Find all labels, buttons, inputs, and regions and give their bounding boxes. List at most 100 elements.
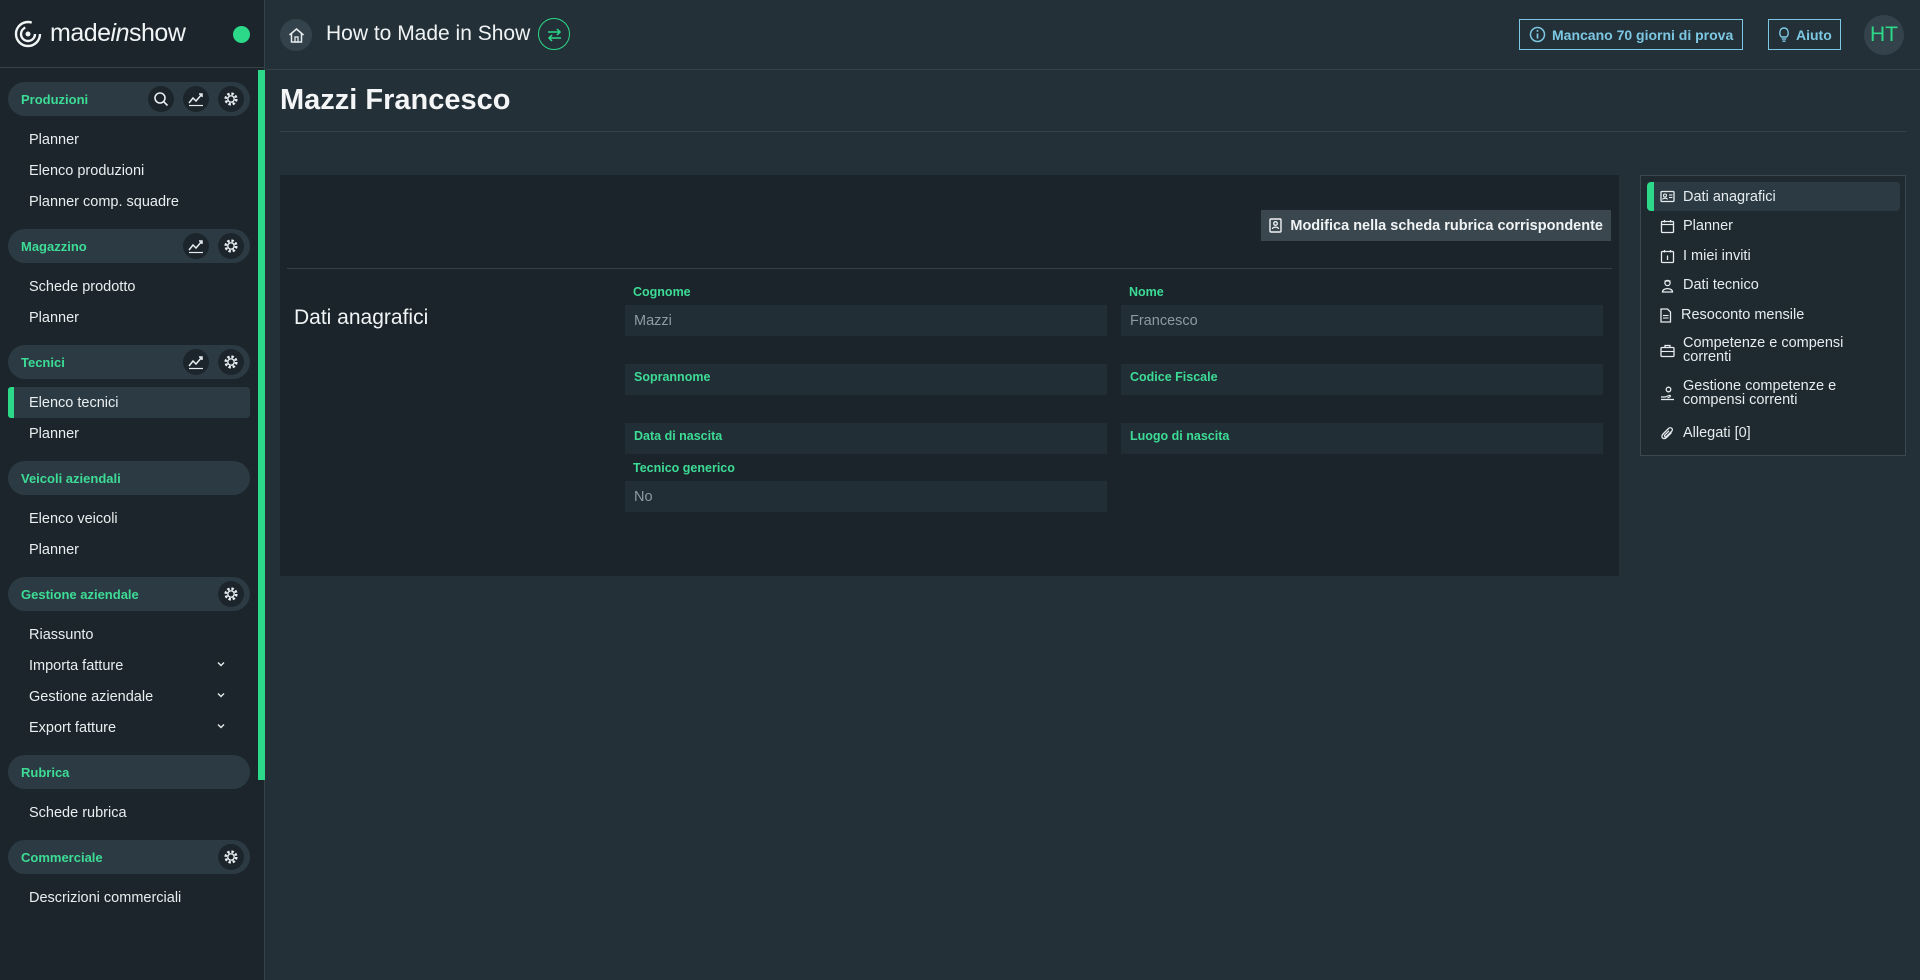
sidebar-item-riassunto[interactable]: Riassunto — [0, 619, 250, 650]
sidebar-item-planner[interactable]: Planner — [0, 534, 250, 565]
sidebar-item-planner-comp-squadre[interactable]: Planner comp. squadre — [0, 186, 250, 217]
avatar[interactable]: HT — [1864, 15, 1904, 55]
sidebar-item-elenco-produzioni[interactable]: Elenco produzioni — [0, 155, 250, 186]
tab-label: Competenze e compensi correnti — [1683, 335, 1844, 365]
swap-icon — [547, 27, 561, 42]
section-title: Gestione aziendale — [21, 586, 139, 602]
section-title: Magazzino — [21, 238, 87, 254]
luogo-nascita-field[interactable]: Luogo di nascita — [1121, 423, 1603, 454]
lightbulb-icon — [1779, 27, 1789, 42]
sidebar-item-planner[interactable]: Planner — [0, 302, 250, 333]
chevron-down-icon — [217, 662, 225, 667]
nome-field[interactable]: Francesco — [1121, 305, 1603, 336]
divider — [287, 268, 1612, 269]
sidebar-item-importa-fatture[interactable]: Importa fatture — [0, 650, 250, 681]
sidebar-item-elenco-veicoli[interactable]: Elenco veicoli — [0, 503, 250, 534]
tab-label: Allegati [0] — [1683, 425, 1751, 441]
settings-button[interactable] — [218, 86, 244, 112]
sidebar-item-schede-rubrica[interactable]: Schede rubrica — [0, 797, 250, 828]
tab-label: Dati tecnico — [1683, 277, 1759, 293]
gear-icon — [224, 587, 238, 601]
section-header-tecnici[interactable]: Tecnici — [8, 345, 250, 379]
sidebar-scroll-indicator[interactable] — [258, 70, 265, 780]
sidebar-item-gestione-aziendale[interactable]: Gestione aziendale — [0, 681, 250, 712]
tab-label: Resoconto mensile — [1681, 307, 1805, 323]
tab-gestione-competenze[interactable]: Gestione competenze e compensi correnti — [1647, 376, 1900, 410]
tab-allegati[interactable]: Allegati [0] — [1647, 419, 1900, 447]
section-header-commerciale[interactable]: Commerciale — [8, 840, 250, 874]
sidebar-item-descrizioni-commerciali[interactable]: Descrizioni commerciali — [0, 882, 250, 913]
sidebar-item-label: Gestione aziendale — [29, 688, 154, 705]
logo-icon — [14, 20, 42, 47]
section-header-veicoli-aziendali[interactable]: Veicoli aziendali — [8, 461, 250, 495]
calendar-check-icon — [1660, 249, 1675, 263]
sidebar-item-label: Export fatture — [29, 719, 117, 736]
tab-dati-anagrafici[interactable]: Dati anagrafici — [1647, 182, 1900, 211]
tab-planner[interactable]: Planner — [1647, 212, 1900, 240]
paperclip-icon — [1661, 426, 1673, 439]
section-header-magazzino[interactable]: Magazzino — [8, 229, 250, 263]
edit-in-rubrica-button[interactable]: Modifica nella scheda rubrica corrispond… — [1261, 210, 1611, 241]
info-icon — [1529, 26, 1546, 43]
section-title: Tecnici — [21, 354, 65, 370]
gear-icon — [224, 850, 238, 864]
gear-icon — [224, 92, 238, 106]
tab-i-miei-inviti[interactable]: I miei inviti — [1647, 242, 1900, 270]
logo[interactable]: madeinshow — [0, 0, 264, 68]
briefcase-icon — [1660, 344, 1675, 357]
settings-button[interactable] — [218, 349, 244, 375]
logo-text: madeinshow — [50, 19, 186, 47]
soprannome-field[interactable]: Soprannome — [625, 364, 1107, 395]
chart-line-icon — [188, 356, 203, 370]
gear-icon — [224, 239, 238, 253]
data-nascita-field[interactable]: Data di nascita — [625, 423, 1107, 454]
sidebar-item-planner[interactable]: Planner — [0, 418, 250, 449]
sidebar-item-planner[interactable]: Planner — [0, 124, 250, 155]
trial-days-button[interactable]: Mancano 70 giorni di prova — [1519, 19, 1744, 50]
id-card-icon — [1660, 190, 1675, 203]
tab-resoconto-mensile[interactable]: Resoconto mensile — [1647, 301, 1900, 329]
cognome-label: Cognome — [633, 285, 691, 299]
sidebar-nav: Produzioni Planner Elenco produzioni Pla… — [0, 70, 258, 913]
home-icon — [288, 27, 304, 43]
settings-button[interactable] — [218, 233, 244, 259]
codice-fiscale-field[interactable]: Codice Fiscale — [1121, 364, 1603, 395]
document-icon — [1660, 307, 1672, 323]
section-header-gestione-aziendale[interactable]: Gestione aziendale — [8, 577, 250, 611]
sidebar-item-schede-prodotto[interactable]: Schede prodotto — [0, 271, 250, 302]
tab-dati-tecnico[interactable]: Dati tecnico — [1647, 271, 1900, 299]
section-header-produzioni[interactable]: Produzioni — [8, 82, 250, 116]
stats-button[interactable] — [183, 349, 209, 375]
section-header-rubrica[interactable]: Rubrica — [8, 755, 250, 789]
sidebar: madeinshow Produzioni Planner Elenco pro… — [0, 0, 265, 980]
settings-button[interactable] — [218, 581, 244, 607]
gear-icon — [224, 355, 238, 369]
tecnico-generico-field[interactable]: No — [625, 481, 1107, 512]
cognome-field[interactable]: Mazzi — [625, 305, 1107, 336]
hand-coin-icon — [1661, 386, 1674, 400]
tab-competenze-compensi[interactable]: Competenze e compensi correnti — [1647, 333, 1900, 367]
stats-button[interactable] — [183, 86, 209, 112]
chart-line-icon — [188, 240, 203, 254]
section-title: Dati anagrafici — [294, 306, 429, 329]
section-title: Veicoli aziendali — [21, 470, 121, 486]
status-indicator — [233, 26, 250, 43]
sidebar-item-label: Importa fatture — [29, 657, 124, 674]
nome-label: Nome — [1129, 285, 1164, 299]
sidebar-item-elenco-tecnici[interactable]: Elenco tecnici — [8, 387, 250, 418]
help-button[interactable]: Aiuto — [1768, 19, 1841, 50]
page-title: Mazzi Francesco — [280, 84, 511, 116]
settings-button[interactable] — [218, 844, 244, 870]
chevron-down-icon — [217, 724, 225, 729]
switch-project-button[interactable] — [538, 18, 570, 50]
search-button[interactable] — [148, 86, 174, 112]
home-button[interactable] — [280, 19, 312, 51]
contact-card-icon — [1269, 218, 1283, 233]
section-title: Rubrica — [21, 764, 70, 780]
help-label: Aiuto — [1796, 26, 1832, 43]
chart-line-icon — [188, 93, 203, 107]
sidebar-item-export-fatture[interactable]: Export fatture — [0, 712, 250, 743]
stats-button[interactable] — [183, 233, 209, 259]
trial-label: Mancano 70 giorni di prova — [1552, 26, 1734, 43]
tecnico-generico-label: Tecnico generico — [633, 461, 735, 475]
